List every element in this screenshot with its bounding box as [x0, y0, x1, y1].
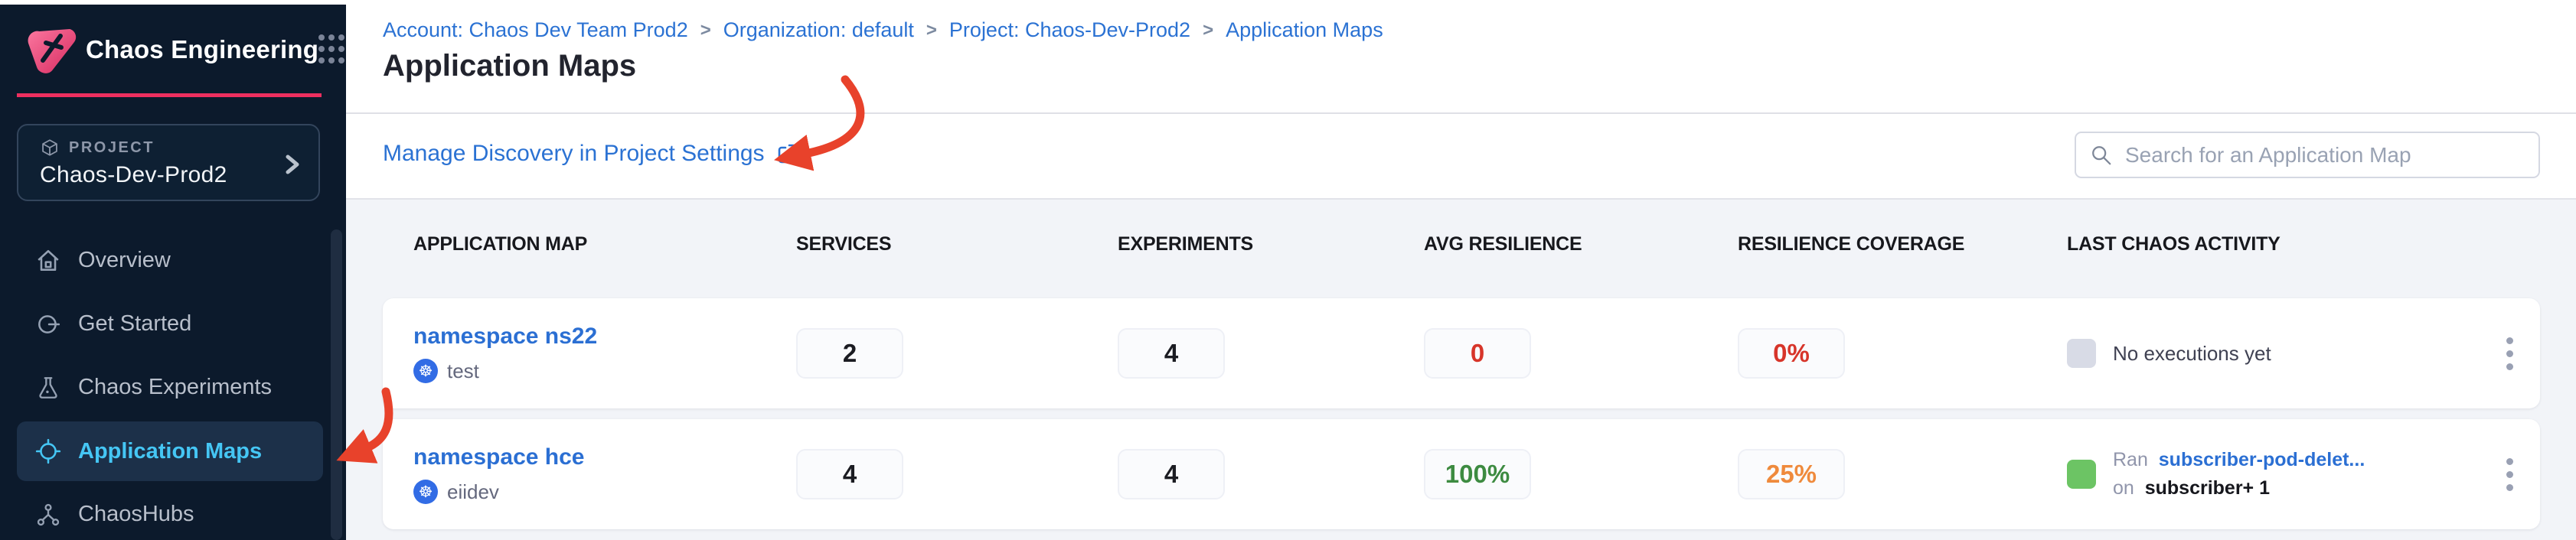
chevron-right-icon: [283, 151, 302, 177]
flask-icon: [35, 375, 61, 401]
activity-status-swatch: [2067, 339, 2096, 368]
column-header-services: SERVICES: [796, 233, 1118, 255]
breadcrumb-separator: >: [1203, 20, 1213, 41]
application-map-link[interactable]: namespace hce: [413, 444, 584, 470]
avg-resilience-badge: 0: [1424, 328, 1531, 379]
application-map-link[interactable]: namespace ns22: [413, 324, 597, 350]
project-selector[interactable]: PROJECT Chaos-Dev-Prod2: [17, 124, 320, 201]
application-maps-table: APPLICATION MAP SERVICES EXPERIMENTS AVG…: [346, 200, 2576, 540]
sidebar-item-chaos-experiments[interactable]: Chaos Experiments: [0, 356, 346, 419]
activity-text: No executions yet: [2113, 342, 2271, 366]
sidebar-item-overview[interactable]: Overview: [0, 229, 346, 292]
activity-target: subscriber+ 1: [2145, 477, 2270, 499]
module-switcher-icon[interactable]: [318, 34, 344, 65]
external-link-icon: [775, 142, 800, 166]
get-started-icon: [35, 311, 61, 337]
resilience-coverage-badge: 25%: [1738, 449, 1845, 499]
column-header-experiments: EXPERIMENTS: [1118, 233, 1424, 255]
project-label: PROJECT: [69, 139, 155, 157]
sidebar-item-label: Application Maps: [78, 439, 262, 464]
sidebar-item-label: Get Started: [78, 311, 191, 337]
app-title: Chaos Engineering: [86, 35, 318, 64]
home-icon: [35, 248, 61, 274]
environment-name: eiidev: [447, 480, 499, 504]
search-box: [2075, 132, 2540, 178]
sidebar-nav: Overview Get Started Chaos Experiments: [0, 229, 346, 540]
sidebar-scrollbar[interactable]: [331, 229, 342, 540]
row-actions-menu-icon[interactable]: [2491, 447, 2528, 501]
sidebar-item-label: ChaosHubs: [78, 502, 194, 527]
kubernetes-icon: ☸: [413, 359, 438, 383]
top-edge-strip: [0, 0, 2576, 5]
activity-status-swatch: [2067, 460, 2096, 489]
sidebar-item-label: Overview: [78, 248, 171, 273]
breadcrumb-project[interactable]: Project: Chaos-Dev-Prod2: [949, 18, 1190, 42]
project-name: Chaos-Dev-Prod2: [40, 162, 300, 188]
header-divider: [346, 112, 2576, 114]
resilience-coverage-badge: 0%: [1738, 328, 1845, 379]
breadcrumb-separator: >: [926, 20, 937, 41]
column-header-application-map: APPLICATION MAP: [383, 233, 796, 255]
search-input[interactable]: [2124, 142, 2525, 168]
environment-name: test: [447, 359, 479, 383]
activity-ran-label: Ran: [2113, 449, 2148, 470]
sidebar-item-application-maps[interactable]: Application Maps: [17, 421, 323, 481]
sidebar-item-label: Chaos Experiments: [78, 375, 272, 400]
breadcrumb-current-page: Application Maps: [1226, 18, 1383, 42]
column-header-avg-resilience: AVG RESILIENCE: [1424, 233, 1738, 255]
search-icon: [2090, 144, 2113, 167]
kubernetes-icon: ☸: [413, 480, 438, 504]
manage-discovery-label: Manage Discovery in Project Settings: [383, 141, 765, 167]
column-header-last-chaos-activity: LAST CHAOS ACTIVITY: [2067, 233, 2479, 255]
page-title: Application Maps: [383, 49, 636, 83]
manage-discovery-link[interactable]: Manage Discovery in Project Settings: [383, 141, 800, 167]
row-actions-menu-icon[interactable]: [2491, 327, 2528, 380]
column-header-resilience-coverage: RESILIENCE COVERAGE: [1738, 233, 2067, 255]
application-maps-page: Chaos Engineering PROJECT Chaos-Dev-Prod…: [0, 0, 2576, 540]
cube-icon: [40, 138, 60, 158]
brand-underline: [17, 93, 322, 97]
table-row[interactable]: namespace hce ☸ eiidev 4 4 100% 25% Ran …: [383, 419, 2540, 529]
table-row[interactable]: namespace ns22 ☸ test 2 4 0 0% No execut…: [383, 298, 2540, 408]
main-area: Account: Chaos Dev Team Prod2 > Organiza…: [346, 0, 2576, 540]
activity-on-label: on: [2113, 477, 2134, 499]
sidebar-item-get-started[interactable]: Get Started: [0, 292, 346, 356]
target-icon: [35, 438, 61, 464]
experiment-link[interactable]: subscriber-pod-delet...: [2159, 449, 2365, 470]
experiments-count-badge: 4: [1118, 328, 1225, 379]
services-count-badge: 4: [796, 449, 903, 499]
breadcrumb-account[interactable]: Account: Chaos Dev Team Prod2: [383, 18, 688, 42]
breadcrumb-separator: >: [700, 20, 711, 41]
services-count-badge: 2: [796, 328, 903, 379]
sidebar: Chaos Engineering PROJECT Chaos-Dev-Prod…: [0, 0, 346, 540]
avg-resilience-badge: 100%: [1424, 449, 1531, 499]
network-nodes-icon: [35, 502, 61, 528]
harness-chaos-logo-icon: [26, 24, 77, 75]
breadcrumb-organization[interactable]: Organization: default: [723, 18, 914, 42]
table-header-row: APPLICATION MAP SERVICES EXPERIMENTS AVG…: [383, 233, 2540, 255]
experiments-count-badge: 4: [1118, 449, 1225, 499]
sidebar-item-chaoshubs[interactable]: ChaosHubs: [0, 483, 346, 540]
breadcrumb: Account: Chaos Dev Team Prod2 > Organiza…: [383, 18, 1383, 42]
